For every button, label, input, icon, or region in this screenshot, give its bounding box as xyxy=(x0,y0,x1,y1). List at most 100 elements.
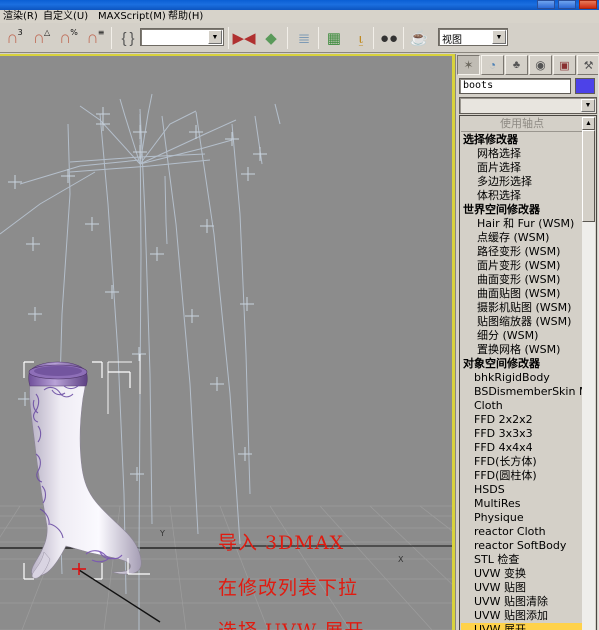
chevron-down-icon[interactable]: ▼ xyxy=(492,30,506,44)
modifier-list-item[interactable]: Cloth xyxy=(461,399,583,413)
hammer-icon: ⚒ xyxy=(583,59,594,72)
menu-bar: 渲染(R) 自定义(U) MAXScript(M) 帮助(H) xyxy=(0,10,599,23)
scroll-up-button[interactable]: ▲ xyxy=(582,117,595,130)
modifier-list-item[interactable]: 点缓存 (WSM) xyxy=(461,231,583,245)
modifier-list-item[interactable]: 面片变形 (WSM) xyxy=(461,259,583,273)
perspective-viewport[interactable]: Y X 导入 3DMAX 在修改列表下拉 选择 UVW 展开 xyxy=(0,54,455,630)
star-cursor-icon: ✶ xyxy=(463,58,474,72)
spinner-snap-icon[interactable]: ∩ ≡ xyxy=(84,26,108,50)
modifier-list-item[interactable]: FFD(圆柱体) xyxy=(461,469,583,483)
window-title-bar xyxy=(0,0,599,10)
modifier-list-item[interactable]: FFD(长方体) xyxy=(461,455,583,469)
viewport-select-combo[interactable]: 视图 ▼ xyxy=(438,28,508,46)
modifier-group-header: 对象空间修改器 xyxy=(463,357,540,370)
schematic-view-icon[interactable]: ⍸ xyxy=(349,26,373,50)
named-selection-sets-icon[interactable]: { } xyxy=(116,26,140,50)
modifier-list-item[interactable]: Physique xyxy=(461,511,583,525)
modifier-list-item[interactable]: 体积选择 xyxy=(461,189,583,203)
modifier-list-item[interactable]: STL 检查 xyxy=(461,553,583,567)
modifier-list-item[interactable]: UVW 贴图清除 xyxy=(461,595,583,609)
modifier-list-item[interactable]: 贴图缩放器 (WSM) xyxy=(461,315,583,329)
modifier-list-scrollbar[interactable]: ▲ ▼ xyxy=(582,117,595,630)
chevron-down-icon[interactable]: ▼ xyxy=(581,99,595,112)
toolbar-separator xyxy=(111,27,112,49)
modifier-list-item[interactable]: 置换网格 (WSM) xyxy=(461,343,583,357)
modifier-list-item[interactable]: UVW 变换 xyxy=(461,567,583,581)
viewport-combo-value: 视图 xyxy=(442,35,462,46)
menu-item-help[interactable]: 帮助(H) xyxy=(165,10,206,23)
modifier-list[interactable]: 选择修改器 网格选择 面片选择 多边形选择 体积选择 世界空间修改器 Hair 和 Fur … xyxy=(461,133,583,630)
hierarchy-tree-icon: ♣ xyxy=(512,59,521,71)
object-color-swatch[interactable] xyxy=(575,78,595,94)
rainbow-arc-icon: ◔ xyxy=(488,58,497,72)
modifier-list-item[interactable]: HSDS xyxy=(461,483,583,497)
object-name-input[interactable]: boots xyxy=(459,78,571,94)
modifier-list-item[interactable]: FFD 4x4x4 xyxy=(461,441,583,455)
hierarchy-tab[interactable]: ♣ xyxy=(505,55,528,75)
modifier-list-item[interactable]: UVW 贴图 xyxy=(461,581,583,595)
svg-text:Y: Y xyxy=(159,529,165,538)
material-editor-icon[interactable]: ●● xyxy=(377,26,401,50)
angle-snap-icon[interactable]: ∩ △ xyxy=(30,26,54,50)
modifier-list-item[interactable]: 路径变形 (WSM) xyxy=(461,245,583,259)
modifier-list-item[interactable]: BSDismemberSkin Mod xyxy=(461,385,583,399)
modifier-list-item[interactable]: UVW 展开 xyxy=(461,623,583,630)
motion-wheel-icon: ◉ xyxy=(535,58,546,72)
svg-text:X: X xyxy=(398,555,404,564)
modifier-list-item[interactable]: bhkRigidBody xyxy=(461,371,583,385)
minimize-button[interactable] xyxy=(537,0,555,9)
menu-item-customize[interactable]: 自定义(U) xyxy=(40,10,91,23)
toolbar-separator xyxy=(318,27,319,49)
menu-item-render[interactable]: 渲染(R) xyxy=(0,10,41,23)
command-panel-tabs: ✶ ◔ ♣ ◉ ▣ ⚒ xyxy=(457,55,599,76)
snap-toggle-3-icon[interactable]: ∩ 3 xyxy=(3,26,27,50)
modifier-list-item[interactable]: 曲面贴图 (WSM) xyxy=(461,287,583,301)
motion-tab[interactable]: ◉ xyxy=(529,55,552,75)
curve-editor-icon[interactable]: ▦ xyxy=(322,26,346,50)
modifier-list-item[interactable]: FFD 2x2x2 xyxy=(461,413,583,427)
modifier-list-item[interactable]: 摄影机贴图 (WSM) xyxy=(461,301,583,315)
dropdown-header-label: 使用轴点 xyxy=(461,117,583,132)
object-name-row: boots xyxy=(459,78,597,94)
toolbar-separator xyxy=(403,27,404,49)
modifier-list-item[interactable]: MultiRes xyxy=(461,497,583,511)
render-scene-icon[interactable]: ☕ xyxy=(407,26,431,50)
viewport-edge-highlight xyxy=(452,54,455,630)
main-toolbar: ∩ 3 ∩ △ ∩% ∩ ≡ { } ▼ ▶◀ ◆ ≣ ▦ ⍸ ●● ☕ 视图 ▼ xyxy=(0,23,599,53)
modifier-list-combo[interactable]: ▼ xyxy=(459,97,597,114)
annotation-import-3dmax: 导入 3DMAX xyxy=(218,532,345,554)
modifier-list-item[interactable]: 网格选择 xyxy=(461,147,583,161)
modifier-list-item[interactable]: reactor Cloth xyxy=(461,525,583,539)
modifier-list-item[interactable]: 多边形选择 xyxy=(461,175,583,189)
modifier-group-header: 世界空间修改器 xyxy=(463,203,540,216)
create-tab[interactable]: ✶ xyxy=(457,55,480,75)
display-tab[interactable]: ▣ xyxy=(553,55,576,75)
toolbar-separator xyxy=(287,27,288,49)
layer-manager-icon[interactable]: ≣ xyxy=(292,26,316,50)
modifier-list-item[interactable]: reactor SoftBody xyxy=(461,539,583,553)
modifier-list-item[interactable]: UVW 贴图添加 xyxy=(461,609,583,623)
modifier-list-item[interactable]: Hair 和 Fur (WSM) xyxy=(461,217,583,231)
toolbar-separator xyxy=(373,27,374,49)
percent-snap-icon[interactable]: ∩% xyxy=(57,26,81,50)
utilities-tab[interactable]: ⚒ xyxy=(577,55,599,75)
close-button[interactable] xyxy=(579,0,597,9)
display-monitor-icon: ▣ xyxy=(559,59,570,72)
modifier-dropdown-panel: 使用轴点 选择修改器 网格选择 面片选择 多边形选择 体积选择 世界空间修改器 Hair 和… xyxy=(459,115,597,630)
align-icon[interactable]: ◆ xyxy=(259,26,283,50)
toolbar-separator xyxy=(228,27,229,49)
annotation-modifier-list: 在修改列表下拉 xyxy=(218,577,359,599)
chevron-down-icon[interactable]: ▼ xyxy=(208,30,222,44)
mirror-icon[interactable]: ▶◀ xyxy=(232,26,256,50)
modifier-list-item[interactable]: 曲面变形 (WSM) xyxy=(461,273,583,287)
named-selection-combo[interactable]: ▼ xyxy=(140,28,224,46)
menu-item-maxscript[interactable]: MAXScript(M) xyxy=(95,10,169,23)
maximize-button[interactable] xyxy=(558,0,576,9)
scrollbar-thumb[interactable] xyxy=(582,130,595,222)
modifier-list-item[interactable]: 面片选择 xyxy=(461,161,583,175)
modifier-list-item[interactable]: FFD 3x3x3 xyxy=(461,427,583,441)
max-application-window: 渲染(R) 自定义(U) MAXScript(M) 帮助(H) ∩ 3 ∩ △ ∩%… xyxy=(0,0,599,630)
modifier-list-item[interactable]: 细分 (WSM) xyxy=(461,329,583,343)
modify-tab[interactable]: ◔ xyxy=(481,55,504,75)
modifier-group-header: 选择修改器 xyxy=(463,133,518,146)
